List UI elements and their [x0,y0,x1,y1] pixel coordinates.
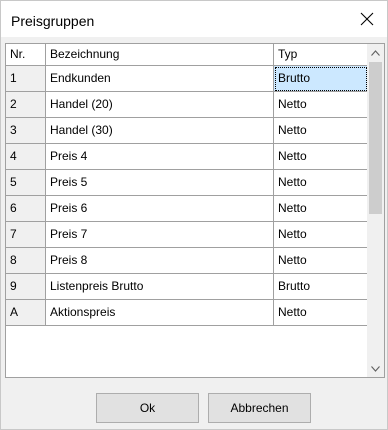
scroll-down-button[interactable] [367,360,384,377]
scroll-up-button[interactable] [367,44,384,61]
table-row[interactable]: 8 Preis 8 Netto [6,248,368,274]
row-bezeichnung[interactable]: Preis 5 [46,170,274,196]
row-nr: 5 [6,170,46,196]
table-row[interactable]: 7 Preis 7 Netto [6,222,368,248]
table-row[interactable]: A Aktionspreis Netto [6,300,368,326]
row-bezeichnung[interactable]: Handel (20) [46,92,274,118]
row-nr: 8 [6,248,46,274]
row-nr: 3 [6,118,46,144]
preisgruppen-dialog: Preisgruppen Nr. Bezeichnung Typ 1 Endku… [0,0,388,430]
row-nr: 6 [6,196,46,222]
vertical-scrollbar[interactable] [367,44,384,377]
table-row[interactable]: 5 Preis 5 Netto [6,170,368,196]
row-nr: A [6,300,46,326]
close-icon [360,12,374,26]
row-bezeichnung[interactable]: Preis 8 [46,248,274,274]
row-typ[interactable]: Netto [274,170,368,196]
table-row[interactable]: 9 Listenpreis Brutto Brutto [6,274,368,300]
row-typ-selected[interactable]: Brutto [274,66,368,92]
row-nr: 4 [6,144,46,170]
table-row[interactable]: 4 Preis 4 Netto [6,144,368,170]
row-bezeichnung[interactable]: Endkunden [46,66,274,92]
row-typ[interactable]: Netto [274,222,368,248]
row-typ[interactable]: Netto [274,248,368,274]
column-header-bezeichnung: Bezeichnung [46,44,274,66]
table-row[interactable]: 2 Handel (20) Netto [6,92,368,118]
chevron-down-icon [371,365,380,372]
row-nr: 1 [6,66,46,92]
cancel-button[interactable]: Abbrechen [208,393,311,423]
row-bezeichnung[interactable]: Aktionspreis [46,300,274,326]
table-row[interactable]: 3 Handel (30) Netto [6,118,368,144]
row-bezeichnung[interactable]: Preis 4 [46,144,274,170]
column-header-typ: Typ [274,44,368,66]
table-row[interactable]: 6 Preis 6 Netto [6,196,368,222]
ok-button[interactable]: Ok [96,393,199,423]
scrollbar-thumb[interactable] [369,62,382,214]
column-header-nr: Nr. [6,44,46,66]
row-typ[interactable]: Netto [274,118,368,144]
row-bezeichnung[interactable]: Preis 7 [46,222,274,248]
row-typ[interactable]: Netto [274,300,368,326]
row-typ[interactable]: Netto [274,92,368,118]
row-bezeichnung[interactable]: Preis 6 [46,196,274,222]
row-nr: 2 [6,92,46,118]
row-typ[interactable]: Netto [274,196,368,222]
row-nr: 9 [6,274,46,300]
row-typ[interactable]: Netto [274,144,368,170]
row-bezeichnung[interactable]: Handel (30) [46,118,274,144]
row-bezeichnung[interactable]: Listenpreis Brutto [46,274,274,300]
chevron-up-icon [371,49,380,56]
row-nr: 7 [6,222,46,248]
row-typ[interactable]: Brutto [274,274,368,300]
dialog-title: Preisgruppen [11,13,95,29]
close-button[interactable] [347,1,387,37]
price-group-grid[interactable]: Nr. Bezeichnung Typ 1 Endkunden Brutto 2… [5,43,385,378]
title-bar: Preisgruppen [1,1,387,37]
table-row[interactable]: 1 Endkunden Brutto [6,66,368,92]
